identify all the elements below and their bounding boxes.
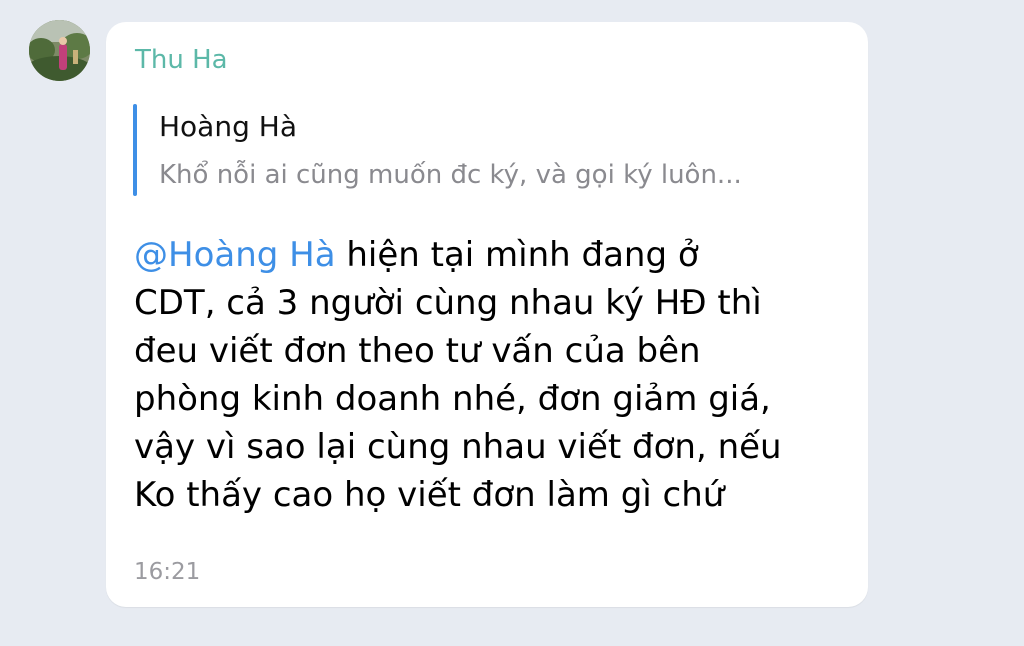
- message-bubble[interactable]: Thu Ha Hoàng Hà Khổ nỗi ai cũng muốn đc …: [106, 22, 868, 607]
- message-line: CDT, cả 3 người cùng nhau ký HĐ thì: [134, 283, 762, 323]
- message-line: Ko thấy cao họ viết đơn làm gì chứ: [134, 475, 725, 515]
- message-line: đeu viết đơn theo tư vấn của bên: [134, 331, 701, 371]
- reply-author: Hoàng Hà: [159, 110, 297, 143]
- message-line: phòng kinh doanh nhé, đơn giảm giá,: [134, 379, 771, 419]
- message-line-text: hiện tại mình đang ở: [335, 235, 699, 275]
- mention-link[interactable]: @Hoàng Hà: [134, 235, 336, 275]
- reply-snippet: Khổ nỗi ai cũng muốn đc ký, và gọi ký lu…: [159, 160, 742, 190]
- message-timestamp: 16:21: [134, 559, 201, 585]
- avatar-photo-icon: [29, 20, 90, 81]
- sender-name[interactable]: Thu Ha: [135, 45, 228, 75]
- avatar[interactable]: [29, 20, 90, 81]
- message-body: @Hoàng Hà hiện tại mình đang ở CDT, cả 3…: [134, 231, 846, 519]
- chat-area: Thu Ha Hoàng Hà Khổ nỗi ai cũng muốn đc …: [0, 0, 1024, 646]
- message-line: @Hoàng Hà hiện tại mình đang ở: [134, 231, 846, 279]
- reply-accent-bar: [133, 104, 137, 196]
- reply-quote[interactable]: Hoàng Hà Khổ nỗi ai cũng muốn đc ký, và …: [133, 104, 833, 196]
- message-line: vậy vì sao lại cùng nhau viết đơn, nếu: [134, 427, 782, 467]
